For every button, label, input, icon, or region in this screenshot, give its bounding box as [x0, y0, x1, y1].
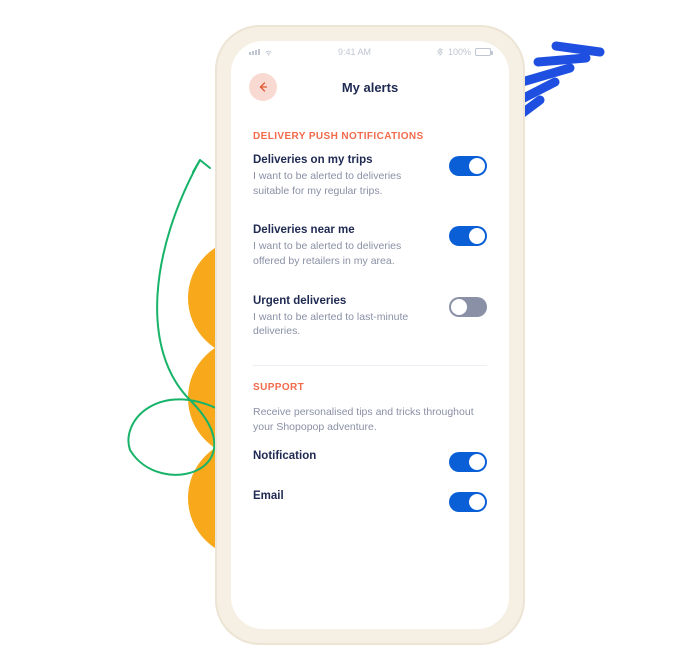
setting-row-urgent: Urgent deliveries I want to be alerted t… — [253, 295, 487, 339]
toggle-support-email[interactable] — [449, 492, 487, 512]
toggle-deliveries-urgent[interactable] — [449, 297, 487, 317]
battery-text: 100% — [448, 47, 471, 57]
setting-row-notification: Notification — [253, 450, 487, 472]
setting-row-near: Deliveries near me I want to be alerted … — [253, 224, 487, 268]
header: My alerts — [231, 63, 509, 115]
setting-desc: I want to be alerted to deliveries offer… — [253, 239, 435, 268]
setting-title: Deliveries near me — [253, 224, 435, 236]
status-time: 9:41 AM — [338, 47, 371, 57]
toggle-deliveries-near[interactable] — [449, 226, 487, 246]
toggle-deliveries-trips[interactable] — [449, 156, 487, 176]
back-button[interactable] — [249, 73, 277, 101]
phone-frame: 9:41 AM 100% — [215, 25, 525, 645]
status-bar: 9:41 AM 100% — [231, 41, 509, 63]
content: DELIVERY PUSH NOTIFICATIONS Deliveries o… — [231, 115, 509, 629]
arrow-left-icon — [257, 81, 269, 93]
setting-title: Email — [253, 490, 435, 502]
setting-row-trips: Deliveries on my trips I want to be aler… — [253, 154, 487, 198]
phone-inner: 9:41 AM 100% — [225, 35, 515, 635]
bluetooth-icon — [436, 47, 444, 57]
signal-icon — [249, 49, 260, 55]
setting-desc: I want to be alerted to last-minute deli… — [253, 310, 435, 339]
section-label-delivery: DELIVERY PUSH NOTIFICATIONS — [253, 131, 487, 142]
wifi-icon — [264, 48, 273, 57]
status-left — [249, 48, 273, 57]
setting-desc: I want to be alerted to deliveries suita… — [253, 169, 435, 198]
battery-icon — [475, 48, 491, 56]
section-label-support: SUPPORT — [253, 382, 487, 393]
toggle-support-notification[interactable] — [449, 452, 487, 472]
setting-title: Deliveries on my trips — [253, 154, 435, 166]
section-desc-support: Receive personalised tips and tricks thr… — [253, 405, 487, 435]
setting-title: Notification — [253, 450, 435, 462]
status-right: 100% — [436, 47, 491, 57]
setting-row-email: Email — [253, 490, 487, 512]
divider — [253, 365, 487, 366]
setting-title: Urgent deliveries — [253, 295, 435, 307]
screen: 9:41 AM 100% — [231, 41, 509, 629]
